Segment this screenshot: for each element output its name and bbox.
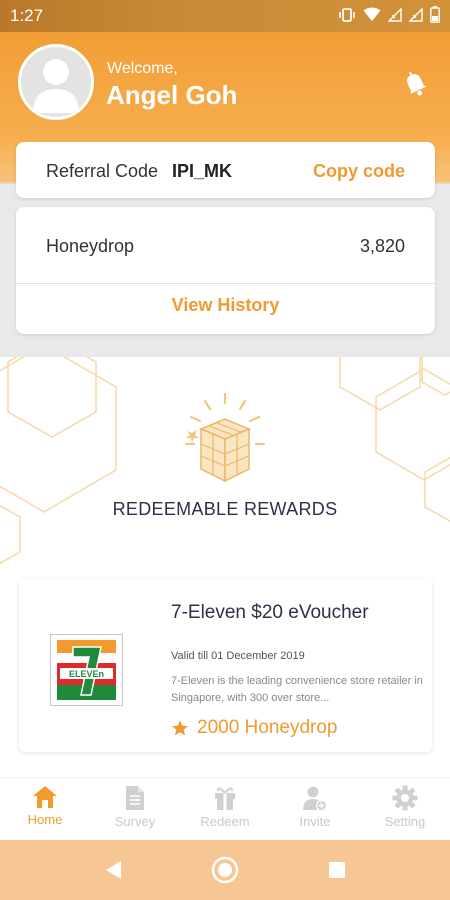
points-card: Honeydrop 3,820 View History [16,207,435,334]
android-nav-bar [0,840,450,900]
reward-points: 2000 Honeydrop [197,717,338,738]
gift-box-icon [184,392,266,483]
user-icon [21,47,91,117]
nav-home[interactable]: Home [0,778,90,840]
referral-label: Referral Code [46,161,159,181]
nav-invite[interactable]: Invite [270,778,360,840]
nav-home-label: Home [27,812,63,827]
signal-icon [388,7,402,22]
referral-card: Referral Code IPI_MK Copy code [16,142,435,198]
gift-icon [215,787,235,810]
points-value: 3,820 [359,236,405,256]
nav-survey-label: Survey [114,814,156,829]
nav-redeem-label: Redeem [200,814,250,829]
bell-icon[interactable] [400,68,430,98]
reward-description: 7-Eleven is the leading convenience stor… [171,675,423,704]
reward-title: 7-Eleven $20 eVoucher [171,602,369,623]
status-time: 1:27 [10,6,44,25]
reward-cost: 2000 Honeydrop [171,717,338,739]
points-label: Honeydrop [46,236,135,256]
home-icon [33,786,57,808]
wifi-icon [363,7,381,21]
copy-code-button[interactable]: Copy code [313,161,405,182]
reward-valid-date: Valid till 01 December 2019 [171,650,305,662]
document-icon [126,786,144,810]
back-button[interactable] [83,840,143,900]
vibrate-icon [339,7,355,22]
nav-setting[interactable]: Setting [360,778,450,840]
user-name: Angel Goh [106,80,238,110]
recents-button[interactable] [307,840,367,900]
bottom-nav: Home Survey Redeem Invite Setting [0,777,450,840]
seven-eleven-logo-icon: ELEVEn [57,640,116,700]
referral-code: IPI_MK [172,161,233,181]
status-icons [338,6,440,23]
view-history-button[interactable]: View History [16,295,435,316]
star-icon [171,720,189,736]
signal-icon [409,7,423,22]
add-user-icon [303,786,328,811]
divider [16,283,435,284]
welcome-text: Welcome, [107,60,178,77]
home-button[interactable] [195,840,255,900]
recents-icon [329,862,345,878]
rewards-section: REDEEMABLE REWARDS ELEVEn 7-Eleven $20 e… [0,357,450,777]
profile-header: Welcome, Angel Goh Referral Code IPI_MK … [0,32,450,357]
home-circle-icon [211,856,239,884]
rewards-title: REDEEMABLE REWARDS [112,499,338,519]
avatar[interactable] [18,44,94,120]
nav-setting-label: Setting [384,814,426,829]
nav-survey[interactable]: Survey [90,778,180,840]
battery-icon [430,6,440,23]
seven-eleven-logo: ELEVEn [50,634,123,706]
nav-redeem[interactable]: Redeem [180,778,270,840]
reward-card[interactable]: ELEVEn 7-Eleven $20 eVoucher Valid till … [19,579,432,752]
nav-invite-label: Invite [299,814,331,829]
svg-text:ELEVEn: ELEVEn [69,669,104,679]
back-icon [106,861,121,879]
status-bar: 1:27 [0,0,450,32]
gear-icon [392,785,418,811]
